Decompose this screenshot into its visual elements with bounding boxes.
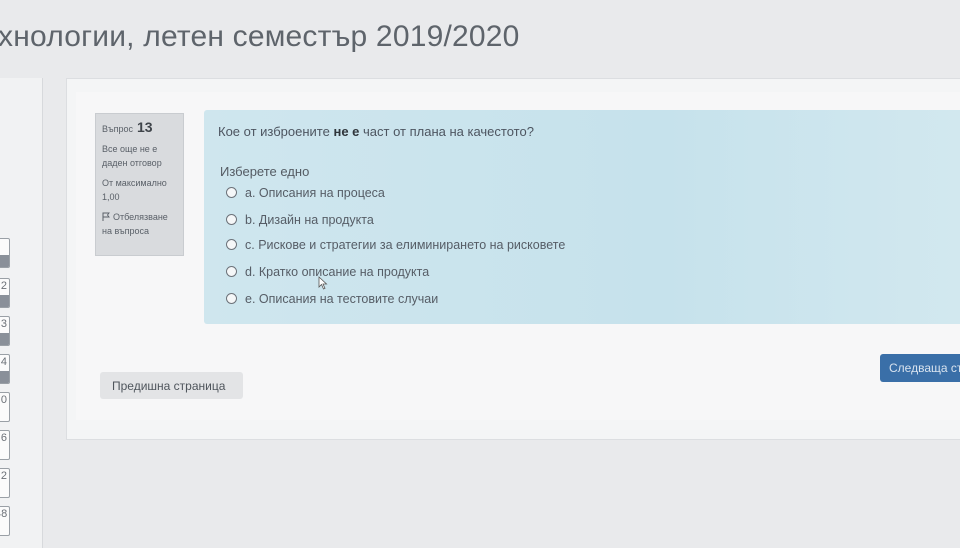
nav-number: 3: [0, 318, 7, 330]
answer-option-c[interactable]: c. Рискове и стратегии за елиминирането …: [226, 238, 565, 252]
nav-question-button[interactable]: 3: [0, 316, 10, 346]
nav-state-bar: [0, 255, 9, 267]
flag-question-link[interactable]: Отбелязване на въпроса: [102, 210, 177, 238]
question-text: Кое от изброените не е част от плана на …: [218, 124, 534, 139]
status-line: даден отговор: [102, 158, 162, 168]
answer-option-a[interactable]: a. Описания на процеса: [226, 186, 385, 200]
nav-state-bar: [0, 295, 9, 307]
mouse-cursor-icon: [318, 276, 328, 290]
answer-option-e[interactable]: e. Описания на тестовите случаи: [226, 292, 438, 306]
option-label: b. Дизайн на продукта: [245, 213, 374, 227]
question-number-line: Въпрос 13: [102, 120, 177, 136]
nav-number: 0: [0, 394, 7, 406]
status-line: Все още не е: [102, 144, 158, 154]
radio-button[interactable]: [226, 266, 237, 277]
option-label: e. Описания на тестовите случаи: [245, 292, 439, 306]
option-label: d. Кратко описание на продукта: [245, 265, 430, 279]
nav-number: 2: [0, 470, 7, 482]
radio-button[interactable]: [226, 187, 237, 198]
option-label: a. Описания на процеса: [245, 186, 385, 200]
option-label: c. Рискове и стратегии за елиминирането …: [245, 238, 566, 252]
page-title: хнологии, летен семестър 2019/2020: [0, 20, 520, 53]
previous-page-button[interactable]: Предишна страница: [100, 372, 243, 399]
nav-question-button[interactable]: 2: [0, 278, 10, 308]
nav-state-bar: [0, 371, 9, 383]
question-status: Все още не е даден отговор: [102, 142, 177, 170]
nav-question-button[interactable]: 4: [0, 354, 10, 384]
flag-label: на въпроса: [102, 226, 149, 236]
question-grade: От максимално 1,00: [102, 176, 177, 204]
next-page-button[interactable]: Следваща стр: [880, 354, 960, 382]
radio-button[interactable]: [226, 239, 237, 250]
grade-line: От максимално: [102, 178, 167, 188]
answer-prompt: Изберете едно: [220, 164, 310, 179]
question-text-part: част от плана на качестото?: [359, 124, 534, 139]
nav-question-button[interactable]: 2: [0, 468, 10, 498]
question-text-part: Кое от изброените: [218, 124, 334, 139]
nav-number: 4: [0, 356, 7, 368]
grade-value: 1,00: [102, 192, 120, 202]
nav-question-button[interactable]: [0, 238, 10, 268]
question-label: Въпрос: [102, 124, 134, 134]
flag-label: Отбелязване: [113, 212, 168, 222]
quiz-navigation-panel: 2 3 4 0 6 2 48: [0, 78, 43, 548]
radio-button[interactable]: [226, 214, 237, 225]
flag-icon: [102, 212, 110, 221]
nav-question-button[interactable]: 48: [0, 506, 10, 536]
nav-number: 48: [0, 508, 8, 520]
answer-option-b[interactable]: b. Дизайн на продукта: [226, 213, 374, 227]
question-info-box: Въпрос 13 Все още не е даден отговор От м…: [95, 113, 184, 256]
nav-state-bar: [0, 333, 9, 345]
question-text-emphasis: не е: [333, 124, 360, 139]
nav-question-button[interactable]: 0: [0, 392, 10, 422]
radio-button[interactable]: [226, 293, 237, 304]
nav-number: 6: [0, 432, 7, 444]
nav-number: 2: [0, 280, 7, 292]
nav-question-button[interactable]: 6: [0, 430, 10, 460]
question-number: 13: [137, 119, 153, 135]
